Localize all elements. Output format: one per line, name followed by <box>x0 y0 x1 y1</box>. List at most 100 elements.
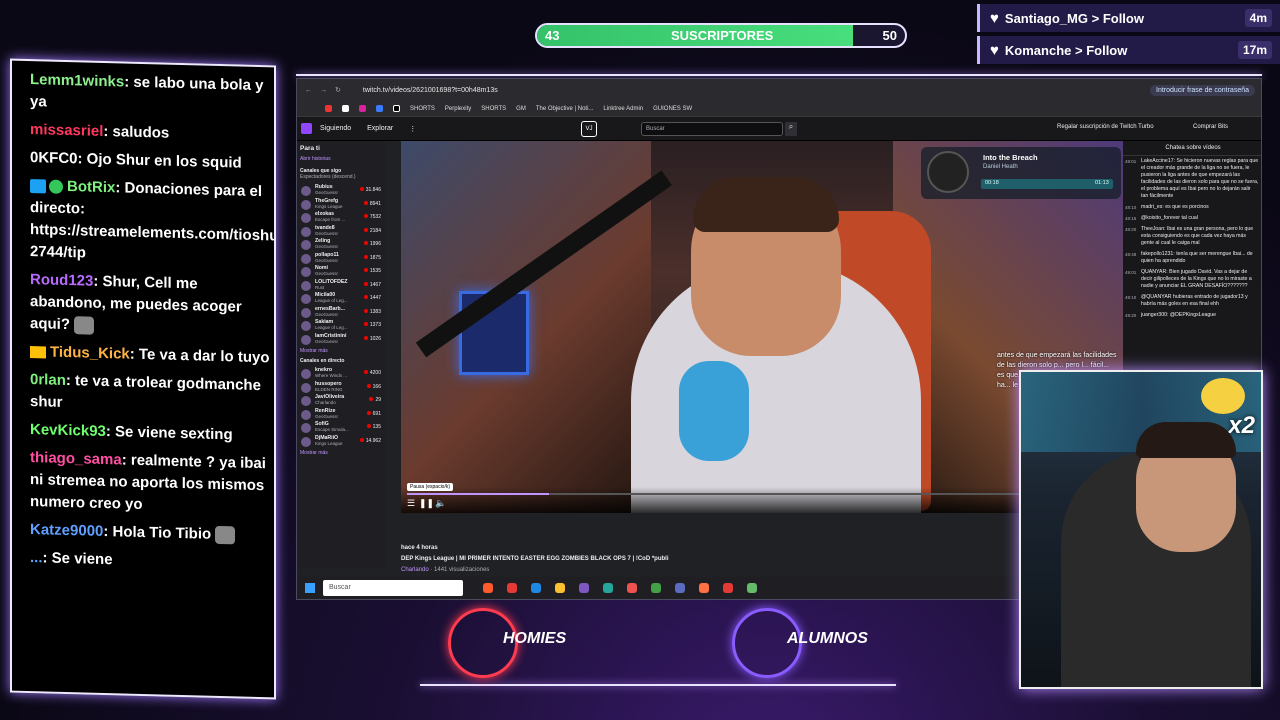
chat-text: juanger300: @DEPKingsLeague <box>1141 312 1217 318</box>
bookmark[interactable]: GUIONES SW <box>653 106 692 112</box>
stream-overlay: 43 SUSCRIPTORES 50 ♥ Santiago_MG > Follo… <box>0 0 1280 720</box>
avatar <box>301 423 311 433</box>
video-player[interactable]: Into the Breach Daniel Heath 00:18 01:13… <box>401 141 1123 513</box>
sidebar-channel[interactable]: IamCristinini GeoGuessr 1026 <box>297 333 385 347</box>
discord-icon[interactable] <box>675 583 685 593</box>
sidebar-channel[interactable]: elxokas Escape from ... 7532 <box>297 211 385 225</box>
bookmark[interactable]: SHORTS <box>481 106 506 112</box>
x-icon[interactable] <box>342 105 349 112</box>
viewer-count: 1447 <box>364 295 381 301</box>
sidebar-channel[interactable]: Nomi GeoGuessr 1535 <box>297 265 385 279</box>
video-chat-line: 49:10 @QUANYAR hubieras entrado de jugado… <box>1123 292 1261 310</box>
instagram-icon[interactable] <box>359 105 366 112</box>
nav-following[interactable]: Siguiendo <box>320 125 351 132</box>
pokeball-icon[interactable] <box>723 583 733 593</box>
twitch-logo-icon[interactable] <box>301 123 312 134</box>
chat-message: ...: Se viene <box>30 547 275 575</box>
viewer-count: 1026 <box>364 336 381 342</box>
pause-tooltip: Pausa (espacio/k) <box>407 483 454 491</box>
avatar <box>301 321 311 331</box>
reload-icon[interactable]: ↻ <box>335 86 341 94</box>
sidebar-channel[interactable]: Zeling GeoGuessr 1996 <box>297 238 385 252</box>
chat-text: : Se viene <box>42 549 113 569</box>
address-bar[interactable]: ← → ↻ twitch.tv/videos/2621001698?t=00h4… <box>297 79 1261 101</box>
app-icon[interactable] <box>747 583 757 593</box>
bookmark[interactable]: Linktree Admin <box>603 106 643 112</box>
edge-icon[interactable] <box>531 583 541 593</box>
video-info: hace 4 horas DEP Kings League | MI PRIME… <box>401 545 1001 573</box>
viewer-count: 1535 <box>364 268 381 274</box>
volume-icon[interactable]: 🔈 <box>435 498 446 509</box>
sidebar-channel[interactable]: RenRize GeoGuessr 691 <box>297 408 385 422</box>
pause-icon[interactable]: ❚❚ <box>419 498 434 509</box>
forward-icon[interactable]: → <box>320 87 327 94</box>
seek-bar[interactable] <box>407 493 1117 495</box>
twitch-sidebar: Para ti Abrir historias Canales que sigo… <box>297 141 385 569</box>
video-category[interactable]: Charlando <box>401 567 429 573</box>
avatar <box>301 382 311 393</box>
brave-icon[interactable] <box>483 583 493 593</box>
password-prompt[interactable]: Introducir frase de contraseña <box>1150 84 1255 96</box>
sidebar-channel[interactable]: DjMaRiiO Kings League 14.962 <box>297 435 385 449</box>
sidebar-channel[interactable]: tvande8 GeoGuessr 2184 <box>297 225 385 239</box>
bookmark[interactable]: GM <box>516 106 526 112</box>
sidebar-channel[interactable]: pollapo11 GeoGuessr 1875 <box>297 252 385 266</box>
back-icon[interactable]: ← <box>305 87 312 94</box>
search-icon[interactable]: ⌕ <box>785 122 797 136</box>
chat-message: thiago_sama: realmente ? ya ibai ni stre… <box>30 447 275 519</box>
chat-text: : Se viene sexting <box>105 423 233 444</box>
avatar <box>301 334 311 345</box>
bookmark[interactable]: Perplexity <box>445 106 471 112</box>
open-history-link[interactable]: Abrir historias <box>297 156 385 168</box>
taskbar-search[interactable]: Buscar <box>323 580 463 596</box>
bookmark[interactable]: SHORTS <box>410 106 435 112</box>
chat-timestamp: 48:15 <box>1125 216 1137 221</box>
sidebar-channel[interactable]: Sakiam League of Leg... 1373 <box>297 319 385 333</box>
gift-turbo-link[interactable]: Regalar suscripción de Twitch Turbo <box>1057 124 1154 130</box>
store-icon[interactable] <box>579 583 589 593</box>
show-more-link[interactable]: Mostrar más <box>297 346 385 358</box>
sidebar-channel[interactable]: knekro Where Winds ... 4200 <box>297 367 385 381</box>
nav-browse[interactable]: Explorar <box>367 125 393 132</box>
vod-logo-icon[interactable]: VJ <box>581 121 597 137</box>
show-more-link[interactable]: Mostrar más <box>297 448 385 460</box>
sub-goal-bar: 43 SUSCRIPTORES 50 <box>535 23 907 48</box>
sidebar-channel[interactable]: LOLITOFDEZ Rust 1467 <box>297 279 385 293</box>
sub-current: 43 <box>545 28 560 43</box>
sidebar-channel[interactable]: SofiG Escape Simula... 135 <box>297 421 385 435</box>
chapters-icon[interactable]: ☰ <box>407 498 415 509</box>
youtube-icon[interactable] <box>325 105 332 112</box>
buy-bits-button[interactable]: Comprar Bits <box>1193 124 1228 130</box>
windows-start-icon[interactable] <box>305 583 315 593</box>
sidebar-channel[interactable]: hussopero ELDEN RING 166 <box>297 381 385 395</box>
app-icon[interactable] <box>699 583 709 593</box>
followed-sort[interactable]: Espectadores (descend.) <box>297 174 385 184</box>
follow-alert: ♥ Santiago_MG > Follow 4m <box>977 4 1280 32</box>
chat-text: @QUANYAR hubieras entrado de jugador13 y… <box>1141 294 1248 307</box>
avatar <box>301 240 311 250</box>
chat-user: 0KFC0 <box>30 149 78 168</box>
search-input[interactable]: Buscar <box>641 122 783 136</box>
viewer-count: 8941 <box>364 201 381 207</box>
sidebar-channel[interactable]: Rubius GeoGuessr 31.846 <box>297 184 385 198</box>
chrome-icon[interactable] <box>651 583 661 593</box>
more-icon[interactable]: ⋮ <box>409 125 416 133</box>
app-icon[interactable] <box>627 583 637 593</box>
twitch-topnav: Siguiendo Explorar ⋮ VJ Buscar ⌕ Regalar… <box>297 117 1261 141</box>
folder-icon[interactable] <box>555 583 565 593</box>
app-icon[interactable] <box>376 105 383 112</box>
sidebar-channel[interactable]: TheGrefg Kings League 8941 <box>297 198 385 212</box>
video-views: 1441 visualizaciones <box>434 567 490 573</box>
chat-timestamp: 49:10 <box>1125 295 1137 300</box>
sidebar-channel[interactable]: ernesBarb... GeoGuessr 1383 <box>297 306 385 320</box>
opera-icon[interactable] <box>507 583 517 593</box>
tiktok-icon[interactable] <box>393 105 400 112</box>
viewer-count: 2184 <box>364 228 381 234</box>
sidebar-channel[interactable]: JaviOliveira Charlando 29 <box>297 394 385 408</box>
sidebar-channel[interactable]: Micila00 League of Leg... 1447 <box>297 292 385 306</box>
bookmark[interactable]: The Objective | Noti... <box>536 106 594 112</box>
url-text[interactable]: twitch.tv/videos/2621001698?t=00h48m13s <box>363 87 498 94</box>
app-icon[interactable] <box>603 583 613 593</box>
alumnos-word: ALUMNOS <box>787 630 868 647</box>
webcam: x2 <box>1019 370 1263 689</box>
